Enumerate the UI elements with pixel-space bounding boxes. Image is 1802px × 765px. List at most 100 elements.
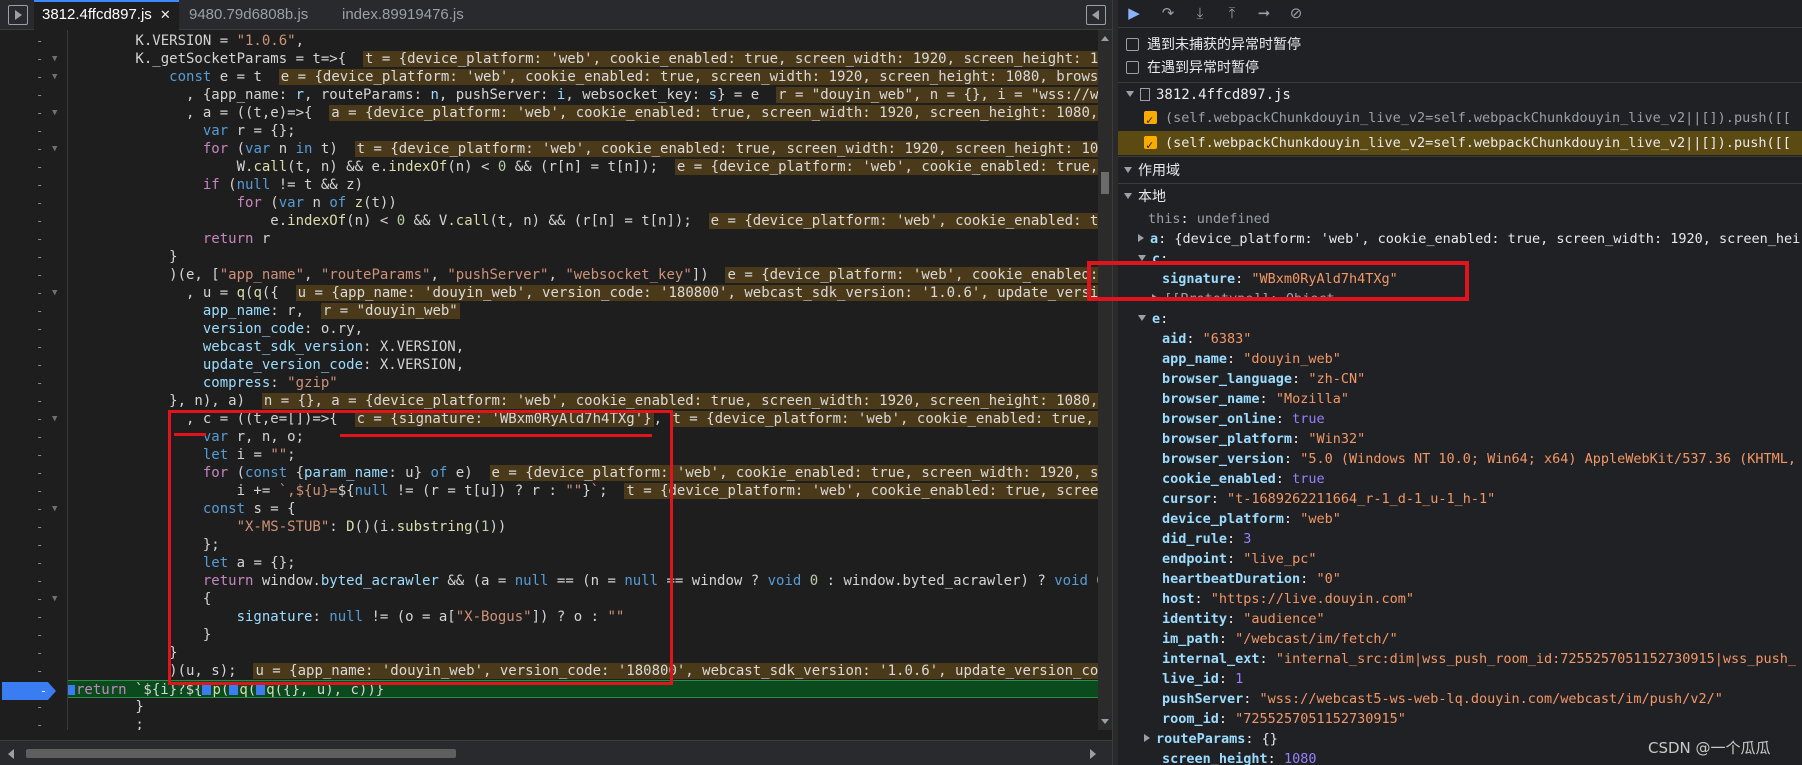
line-number[interactable]: - bbox=[36, 302, 50, 320]
scope-prop-routeParams[interactable]: routeParams: {} bbox=[1144, 729, 1278, 749]
scope-prop-did-rule[interactable]: did_rule: 3 bbox=[1162, 529, 1251, 549]
code-line[interactable]: )(e, ["app_name", "routeParams", "pushSe… bbox=[68, 266, 1098, 284]
fold-toggle-icon[interactable]: ▼ bbox=[52, 68, 62, 86]
code-line[interactable]: webcast_sdk_version: X.VERSION, bbox=[68, 338, 464, 356]
code-line[interactable]: W.call(t, n) && e.indexOf(n) < 0 && (r[n… bbox=[68, 158, 1098, 176]
fold-toggle-icon[interactable]: ▼ bbox=[52, 590, 62, 608]
line-number[interactable]: - bbox=[36, 572, 50, 590]
code-line[interactable]: } bbox=[68, 698, 143, 716]
code-line[interactable]: ; bbox=[68, 716, 143, 730]
line-number[interactable]: - bbox=[36, 266, 50, 284]
scope-var-e[interactable]: e: bbox=[1138, 309, 1168, 329]
line-number[interactable]: - bbox=[36, 104, 50, 122]
code-line[interactable]: for (var n in t) t = {device_platform: '… bbox=[68, 140, 1098, 158]
code-line[interactable]: var r = {}; bbox=[68, 122, 296, 140]
scope-prop-live-id[interactable]: live_id: 1 bbox=[1162, 669, 1243, 689]
fold-toggle-icon[interactable]: ▼ bbox=[52, 104, 62, 122]
line-number[interactable]: - bbox=[36, 230, 50, 248]
scope-prop-browser-version[interactable]: browser_version: "5.0 (Windows NT 10.0; … bbox=[1162, 449, 1796, 469]
line-number[interactable]: - bbox=[36, 374, 50, 392]
line-number[interactable]: - bbox=[36, 482, 50, 500]
line-number[interactable]: - bbox=[36, 158, 50, 176]
scope-prop-internal-ext[interactable]: internal_ext: "internal_src:dim|wss_push… bbox=[1162, 649, 1796, 669]
code-line[interactable]: const e = t e = {device_platform: 'web',… bbox=[68, 68, 1098, 86]
line-number[interactable]: - bbox=[36, 554, 50, 572]
scope-prop-browser-online[interactable]: browser_online: true bbox=[1162, 409, 1325, 429]
code-line[interactable]: } bbox=[68, 248, 177, 266]
inline-breakpoint-icon[interactable] bbox=[229, 685, 239, 695]
code-line[interactable]: return r bbox=[68, 230, 270, 248]
deactivate-breakpoints-icon[interactable]: ⊘ bbox=[1286, 4, 1306, 24]
scope-prop-aid[interactable]: aid: "6383" bbox=[1162, 329, 1251, 349]
code-line[interactable]: } bbox=[68, 644, 177, 662]
pause-uncaught-option[interactable]: 遇到未捕获的异常时暂停 bbox=[1126, 33, 1301, 55]
code-line[interactable]: version_code: o.ry, bbox=[68, 320, 363, 338]
code-line[interactable]: , a = ((t,e)=>{ a = {device_platform: 'w… bbox=[68, 104, 1098, 122]
scope-prop-identity[interactable]: identity: "audience" bbox=[1162, 609, 1325, 629]
scope-prop-pushServer[interactable]: pushServer: "wss://webcast5-ws-web-lq.do… bbox=[1162, 689, 1723, 709]
line-number[interactable]: - bbox=[36, 662, 50, 680]
code-line[interactable]: compress: "gzip" bbox=[68, 374, 338, 392]
breakpoint-item-active[interactable]: (self.webpackChunkdouyin_live_v2=self.we… bbox=[1118, 131, 1802, 155]
line-number[interactable]: - bbox=[36, 32, 50, 50]
code-line[interactable]: for (var n of z(t)) bbox=[68, 194, 397, 212]
line-number[interactable]: - bbox=[36, 248, 50, 266]
code-line[interactable]: K.VERSION = "1.0.6", bbox=[68, 32, 304, 50]
step-over-icon[interactable]: ↷ bbox=[1158, 4, 1178, 24]
scope-prop-browser-name[interactable]: browser_name: "Mozilla" bbox=[1162, 389, 1349, 409]
line-number[interactable]: - bbox=[36, 446, 50, 464]
tab-index-js[interactable]: index.89919476.js bbox=[334, 0, 472, 30]
scope-var-this[interactable]: this: undefined bbox=[1148, 209, 1270, 229]
scope-prop-cursor[interactable]: cursor: "t-1689262211664_r-1_d-1_u-1_h-1… bbox=[1162, 489, 1495, 509]
checkbox[interactable] bbox=[1126, 38, 1139, 51]
scope-prop-screen-height[interactable]: screen_height: 1080 bbox=[1162, 749, 1316, 765]
line-number[interactable]: - bbox=[36, 212, 50, 230]
code-line[interactable]: K._getSocketParams = t=>{ t = {device_pl… bbox=[68, 50, 1098, 68]
line-number[interactable]: - bbox=[36, 176, 50, 194]
vertical-scrollbar[interactable] bbox=[1098, 30, 1112, 730]
line-number[interactable]: - bbox=[36, 410, 50, 428]
resume-icon[interactable]: ▶ bbox=[1124, 4, 1144, 24]
pause-caught-option[interactable]: 在遇到异常时暂停 bbox=[1126, 56, 1259, 78]
step-out-icon[interactable]: ⤒ bbox=[1222, 4, 1242, 24]
scroll-left-icon[interactable] bbox=[8, 749, 14, 759]
scope-prop-browser-language[interactable]: browser_language: "zh-CN" bbox=[1162, 369, 1365, 389]
local-scope-header[interactable]: 本地 bbox=[1124, 185, 1166, 207]
line-number[interactable]: - bbox=[36, 338, 50, 356]
line-number[interactable]: - bbox=[36, 392, 50, 410]
code-line[interactable]: }, n), a) n = {}, a = {device_platform: … bbox=[68, 392, 1098, 410]
scope-prop-cookie-enabled[interactable]: cookie_enabled: true bbox=[1162, 469, 1325, 489]
line-gutter[interactable]: - - ▼ - ▼ - - ▼ - - ▼ - - - - - - - - ▼ - - - - - - - ▼ - - - - - ▼ - - - - - ▼… bbox=[0, 30, 68, 750]
scope-prop-device-platform[interactable]: device_platform: "web" bbox=[1162, 509, 1341, 529]
fold-toggle-icon[interactable]: ▼ bbox=[52, 410, 62, 428]
line-number[interactable]: - bbox=[36, 698, 50, 716]
fold-toggle-icon[interactable]: ▼ bbox=[52, 50, 62, 68]
scroll-thumb[interactable] bbox=[26, 749, 456, 758]
fold-toggle-icon[interactable]: ▼ bbox=[52, 140, 62, 158]
line-number[interactable]: - bbox=[36, 536, 50, 554]
code-line[interactable]: app_name: r, r = "douyin_web" bbox=[68, 302, 460, 320]
scroll-down-icon[interactable] bbox=[1101, 719, 1109, 724]
inline-breakpoint-icon[interactable] bbox=[256, 685, 266, 695]
step-icon[interactable]: ➞ bbox=[1254, 4, 1274, 24]
line-number[interactable]: - bbox=[36, 608, 50, 626]
current-line-breakpoint-marker[interactable]: - bbox=[2, 682, 56, 700]
code-line[interactable]: , u = q(q({ u = {app_name: 'douyin_web',… bbox=[68, 284, 1098, 302]
code-line[interactable]: e.indexOf(n) < 0 && V.call(t, n) && (r[n… bbox=[68, 212, 1098, 230]
line-number[interactable]: - bbox=[36, 644, 50, 662]
line-number[interactable]: - bbox=[36, 320, 50, 338]
line-number[interactable]: - bbox=[36, 50, 50, 68]
scope-prop-app-name[interactable]: app_name: "douyin_web" bbox=[1162, 349, 1341, 369]
scope-prop-browser-platform[interactable]: browser_platform: "Win32" bbox=[1162, 429, 1365, 449]
line-number[interactable]: - bbox=[36, 86, 50, 104]
code-line[interactable]: update_version_code: X.VERSION, bbox=[68, 356, 464, 374]
scope-prop-host[interactable]: host: "https://live.douyin.com" bbox=[1162, 589, 1414, 609]
scope-var-a[interactable]: a: {device_platform: 'web', cookie_enabl… bbox=[1138, 229, 1800, 249]
toggle-navigator-icon[interactable] bbox=[8, 5, 28, 25]
scope-prop-im-path[interactable]: im_path: "/webcast/im/fetch/" bbox=[1162, 629, 1398, 649]
scope-prop-endpoint[interactable]: endpoint: "live_pc" bbox=[1162, 549, 1316, 569]
scope-section-header[interactable]: 作用域 bbox=[1124, 159, 1180, 181]
checkbox[interactable] bbox=[1144, 108, 1157, 130]
close-tab-icon[interactable]: ✕ bbox=[160, 7, 171, 22]
breakpoint-item[interactable]: (self.webpackChunkdouyin_live_v2=self.we… bbox=[1118, 106, 1802, 130]
